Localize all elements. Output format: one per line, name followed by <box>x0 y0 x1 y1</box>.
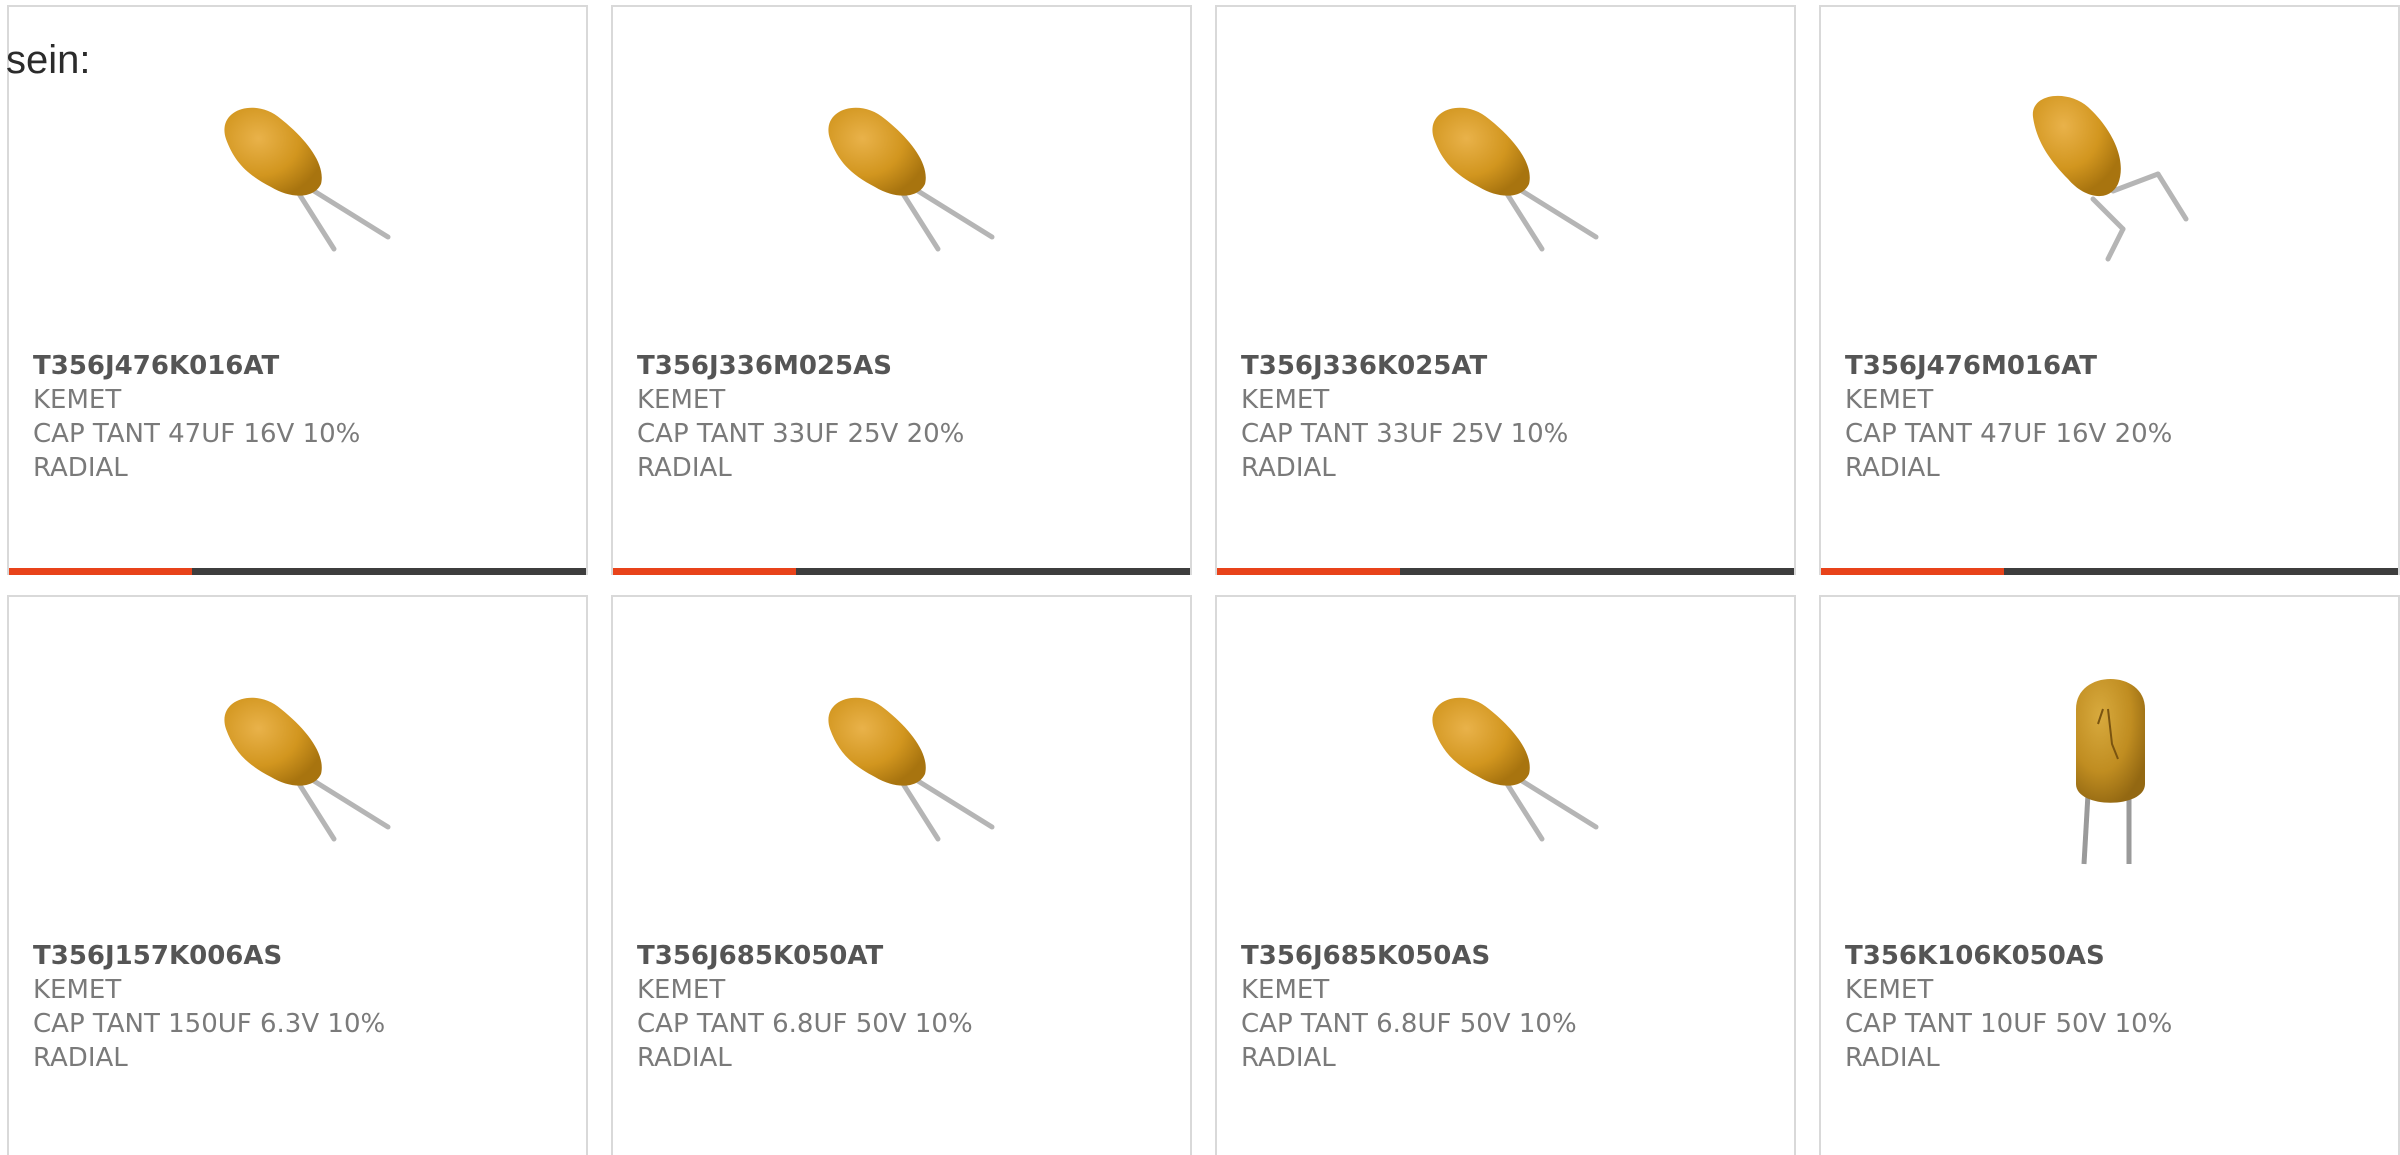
part-number[interactable]: T356J336K025AT <box>1241 349 1778 383</box>
part-number[interactable]: T356J476K016AT <box>33 349 570 383</box>
manufacturer: KEMET <box>637 385 726 415</box>
product-info: T356J476K016AT KEMET CAP TANT 47UF 16V 1… <box>33 349 570 485</box>
product-info: T356J336M025AS KEMET CAP TANT 33UF 25V 2… <box>637 349 1174 485</box>
product-info: T356K106K050AS KEMET CAP TANT 10UF 50V 1… <box>1845 939 2382 1075</box>
part-number[interactable]: T356J685K050AT <box>637 939 1174 973</box>
card-bottom-bar <box>1821 568 2398 575</box>
manufacturer: KEMET <box>637 975 726 1005</box>
part-number[interactable]: T356J157K006AS <box>33 939 570 973</box>
product-grid-page: sein: T356J476K016AT KEMET CAP TANT 47UF <box>0 0 2400 1155</box>
product-info: T356J685K050AS KEMET CAP TANT 6.8UF 50V … <box>1241 939 1778 1075</box>
capacitor-tilted-image[interactable] <box>1404 669 1609 874</box>
capacitor-tilted-image[interactable] <box>196 79 401 284</box>
package: RADIAL <box>1241 1043 1336 1073</box>
lead-text: sein: <box>6 38 91 82</box>
description: CAP TANT 6.8UF 50V 10% <box>1241 1009 1577 1039</box>
package: RADIAL <box>1845 453 1940 483</box>
part-number[interactable]: T356J336M025AS <box>637 349 1174 383</box>
product-info: T356J157K006AS KEMET CAP TANT 150UF 6.3V… <box>33 939 570 1075</box>
capacitor-upright-image[interactable] <box>2008 669 2213 874</box>
package: RADIAL <box>1845 1043 1940 1073</box>
product-card[interactable]: T356J476K016AT KEMET CAP TANT 47UF 16V 1… <box>7 5 588 575</box>
card-accent-bar <box>1217 568 1400 575</box>
description: CAP TANT 10UF 50V 10% <box>1845 1009 2173 1039</box>
description: CAP TANT 6.8UF 50V 10% <box>637 1009 973 1039</box>
package: RADIAL <box>637 1043 732 1073</box>
capacitor-tilted-image[interactable] <box>800 79 1005 284</box>
description: CAP TANT 33UF 25V 20% <box>637 419 965 449</box>
product-card[interactable]: T356K106K050AS KEMET CAP TANT 10UF 50V 1… <box>1819 595 2400 1155</box>
product-info: T356J685K050AT KEMET CAP TANT 6.8UF 50V … <box>637 939 1174 1075</box>
capacitor-tilted-image[interactable] <box>196 669 401 874</box>
product-card[interactable]: T356J685K050AS KEMET CAP TANT 6.8UF 50V … <box>1215 595 1796 1155</box>
product-card[interactable]: T356J476M016AT KEMET CAP TANT 47UF 16V 2… <box>1819 5 2400 575</box>
card-bottom-bar <box>9 568 586 575</box>
part-number[interactable]: T356K106K050AS <box>1845 939 2382 973</box>
manufacturer: KEMET <box>1241 975 1330 1005</box>
card-accent-bar <box>1821 568 2004 575</box>
card-bottom-bar <box>613 568 1190 575</box>
part-number[interactable]: T356J476M016AT <box>1845 349 2382 383</box>
card-accent-bar <box>9 568 192 575</box>
capacitor-angled-image[interactable] <box>2008 79 2213 284</box>
part-number[interactable]: T356J685K050AS <box>1241 939 1778 973</box>
card-accent-bar <box>613 568 796 575</box>
package: RADIAL <box>1241 453 1336 483</box>
description: CAP TANT 150UF 6.3V 10% <box>33 1009 386 1039</box>
manufacturer: KEMET <box>33 385 122 415</box>
product-info: T356J476M016AT KEMET CAP TANT 47UF 16V 2… <box>1845 349 2382 485</box>
package: RADIAL <box>33 453 128 483</box>
package: RADIAL <box>637 453 732 483</box>
capacitor-tilted-image[interactable] <box>800 669 1005 874</box>
product-card[interactable]: T356J685K050AT KEMET CAP TANT 6.8UF 50V … <box>611 595 1192 1155</box>
description: CAP TANT 33UF 25V 10% <box>1241 419 1569 449</box>
manufacturer: KEMET <box>33 975 122 1005</box>
manufacturer: KEMET <box>1845 385 1934 415</box>
manufacturer: KEMET <box>1241 385 1330 415</box>
product-card[interactable]: T356J336K025AT KEMET CAP TANT 33UF 25V 1… <box>1215 5 1796 575</box>
package: RADIAL <box>33 1043 128 1073</box>
product-info: T356J336K025AT KEMET CAP TANT 33UF 25V 1… <box>1241 349 1778 485</box>
description: CAP TANT 47UF 16V 10% <box>33 419 361 449</box>
capacitor-tilted-image[interactable] <box>1404 79 1609 284</box>
product-card[interactable]: T356J157K006AS KEMET CAP TANT 150UF 6.3V… <box>7 595 588 1155</box>
manufacturer: KEMET <box>1845 975 1934 1005</box>
product-card[interactable]: T356J336M025AS KEMET CAP TANT 33UF 25V 2… <box>611 5 1192 575</box>
description: CAP TANT 47UF 16V 20% <box>1845 419 2173 449</box>
card-bottom-bar <box>1217 568 1794 575</box>
